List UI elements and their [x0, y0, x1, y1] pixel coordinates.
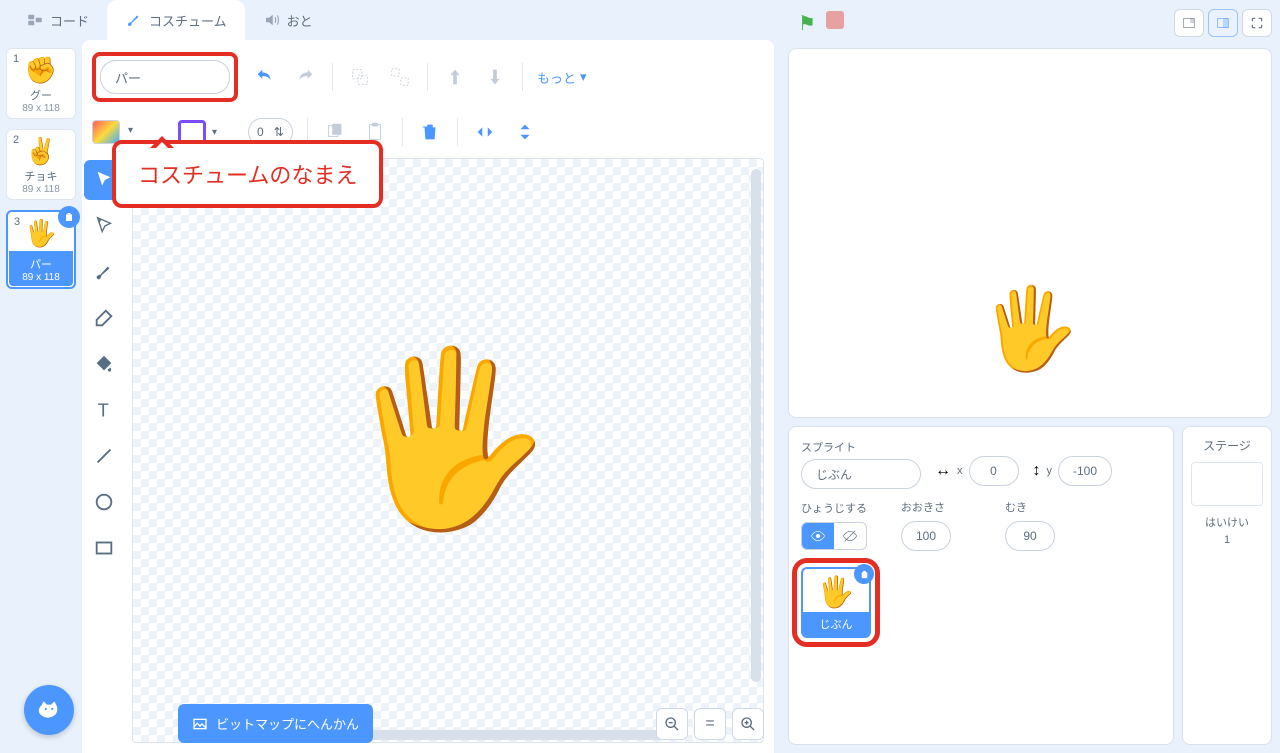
fullscreen-button[interactable]: [1242, 9, 1272, 37]
cat-icon: [36, 697, 62, 723]
reshape-tool[interactable]: [84, 206, 124, 246]
tab-code-label: コード: [50, 11, 89, 30]
flip-h-button[interactable]: [472, 119, 498, 145]
editor-tabs: コード コスチューム おと: [0, 0, 780, 40]
delete-button[interactable]: [417, 119, 443, 145]
brush-icon: [125, 11, 143, 29]
canvas-scroll-v[interactable]: [751, 169, 761, 682]
delete-costume-icon[interactable]: [58, 206, 80, 228]
undo-button[interactable]: [252, 64, 278, 90]
fill-tool[interactable]: [84, 344, 124, 384]
stage-sprite: 🖐️: [980, 282, 1080, 376]
stage-thumb[interactable]: [1191, 462, 1263, 506]
eraser-tool[interactable]: [84, 298, 124, 338]
code-icon: [26, 11, 44, 29]
convert-bitmap-button[interactable]: ビットマップにへんかん: [178, 704, 373, 743]
green-flag-button[interactable]: ⚑: [798, 11, 816, 36]
hide-button[interactable]: [834, 523, 866, 549]
sprite-direction-input[interactable]: 90: [1005, 521, 1055, 551]
image-icon: [192, 716, 208, 732]
delete-sprite-icon[interactable]: [854, 564, 874, 584]
sprite-size-input[interactable]: 100: [901, 521, 951, 551]
brush-tool[interactable]: [84, 252, 124, 292]
costume-thumb-1[interactable]: 1 ✊ グー 89 x 118: [6, 48, 76, 119]
tab-costumes-label: コスチューム: [149, 11, 227, 30]
small-stage-button[interactable]: [1174, 9, 1204, 37]
ungroup-button[interactable]: [387, 64, 413, 90]
costume-thumbnails: 1 ✊ グー 89 x 118 2 ✌️ チョキ 89 x 118 3 🖐️ パ…: [0, 40, 82, 753]
tool-column: T: [84, 158, 128, 743]
sprite-x-input[interactable]: 0: [969, 456, 1019, 486]
canvas-content: 🖐️: [342, 339, 554, 539]
sprite-name-input[interactable]: じぶん: [801, 459, 921, 489]
stop-button[interactable]: [826, 11, 844, 29]
line-tool[interactable]: [84, 436, 124, 476]
forward-button[interactable]: [442, 64, 468, 90]
flip-v-button[interactable]: [512, 119, 538, 145]
group-button[interactable]: [347, 64, 373, 90]
arrows-h-icon: ↔: [935, 462, 951, 480]
zoom-out-button[interactable]: [656, 708, 688, 740]
stage-preview[interactable]: 🖐️: [788, 48, 1272, 418]
costume-thumb-3[interactable]: 3 🖐️ パー 89 x 118: [6, 210, 76, 289]
tab-sounds[interactable]: おと: [245, 0, 331, 40]
fill-color[interactable]: [92, 120, 120, 144]
sound-icon: [263, 11, 281, 29]
arrows-v-icon: ↕: [1033, 462, 1041, 480]
zoom-in-button[interactable]: [732, 708, 764, 740]
sprite-item-jibun[interactable]: 🖐️ じぶん: [801, 567, 871, 638]
redo-button[interactable]: [292, 64, 318, 90]
large-stage-button[interactable]: [1208, 9, 1238, 37]
rect-tool[interactable]: [84, 528, 124, 568]
svg-text:T: T: [98, 399, 109, 420]
tab-sounds-label: おと: [287, 11, 313, 30]
tab-code[interactable]: コード: [8, 0, 107, 40]
show-button[interactable]: [802, 523, 834, 549]
more-button[interactable]: もっと ▾: [537, 68, 587, 87]
tab-costumes[interactable]: コスチューム: [107, 0, 245, 40]
sprite-label: スプライト: [801, 439, 921, 455]
zoom-controls: =: [656, 708, 764, 740]
costume-thumb-2[interactable]: 2 ✌️ チョキ 89 x 118: [6, 129, 76, 200]
zoom-reset-button[interactable]: =: [694, 708, 726, 740]
costume-name-input[interactable]: [100, 60, 230, 94]
add-costume-fab[interactable]: [24, 685, 74, 735]
stage-panel[interactable]: ステージ はいけい 1: [1182, 426, 1272, 745]
costume-name-highlight: [92, 52, 238, 102]
annotation-callout: コスチュームのなまえ: [112, 140, 383, 208]
backward-button[interactable]: [482, 64, 508, 90]
paint-canvas[interactable]: 🖐️: [132, 158, 764, 743]
visibility-toggle: [801, 522, 867, 550]
text-tool[interactable]: T: [84, 390, 124, 430]
circle-tool[interactable]: [84, 482, 124, 522]
sprite-y-input[interactable]: -100: [1058, 456, 1112, 486]
sprite-info-panel: スプライト じぶん ↔ x 0 ↕ y -100 ひょうじする: [788, 426, 1174, 745]
